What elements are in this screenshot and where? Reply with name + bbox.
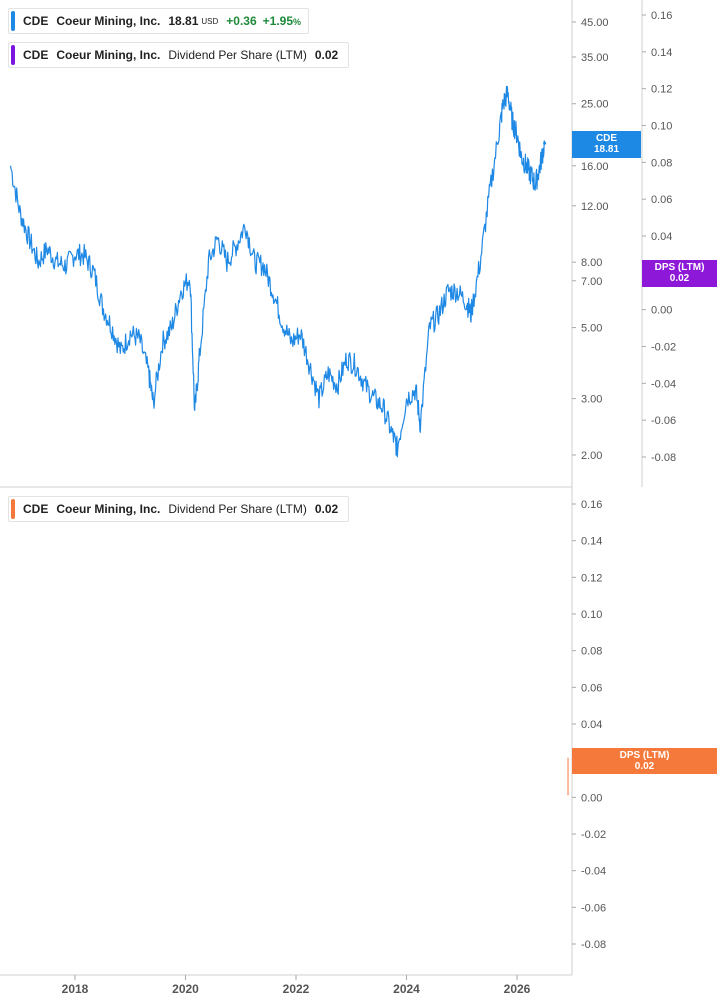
price-axis-tick-label: 2.00 (581, 450, 602, 462)
legend-dps-bottom-symbol: CDE (23, 502, 49, 516)
dps-bottom-axis-tag: DPS (LTM) 0.02 (572, 748, 717, 774)
price-series-line (9, 85, 546, 458)
legend-dps-bottom-swatch (11, 499, 15, 519)
dps-top-axis-tick-label: -0.04 (651, 378, 676, 390)
dps-top-tag-value: 0.02 (669, 273, 690, 284)
legend-dps-top-name: Coeur Mining, Inc. (56, 48, 161, 62)
dps-bottom-axis-tick-label: 0.12 (581, 572, 602, 584)
dps-top-axis-tick-label: 0.00 (651, 305, 672, 317)
legend-dps-top-swatch (11, 45, 15, 65)
legend-price-swatch (11, 11, 15, 31)
legend-price-value: 18.81 (168, 14, 199, 28)
price-tag-symbol: CDE (595, 133, 618, 144)
legend-price-name: Coeur Mining, Inc. (56, 14, 161, 28)
dps-bottom-axis-tick-label: -0.08 (581, 939, 606, 951)
dps-bottom-axis-tick-label: -0.04 (581, 866, 606, 878)
legend-dps-top-metric: Dividend Per Share (LTM) (168, 48, 307, 62)
dps-top-axis-tick-label: 0.06 (651, 194, 672, 206)
price-axis-tick-label: 8.00 (581, 257, 602, 269)
price-axis-tick-label: 45.00 (581, 17, 609, 29)
time-axis-tick-label: 2026 (504, 982, 531, 996)
dps-top-axis-tick-label: -0.08 (651, 452, 676, 464)
legend-dps-bottom[interactable]: CDE Coeur Mining, Inc. Dividend Per Shar… (8, 496, 350, 522)
dps-bottom-tag-label: DPS (LTM) (619, 750, 670, 761)
dps-bottom-axis-tick-label: -0.06 (581, 902, 606, 914)
dps-bottom-axis-tick-label: 0.06 (581, 682, 602, 694)
price-axis-tick-label: 7.00 (581, 276, 602, 288)
legend-dps-top-value: 0.02 (314, 48, 339, 62)
price-tag-value: 18.81 (593, 144, 620, 155)
dps-bottom-axis-tick-label: 0.00 (581, 792, 602, 804)
legend-dps-bottom-value: 0.02 (314, 502, 339, 516)
price-axis-tick-label: 35.00 (581, 52, 609, 64)
dps-top-axis-tick-label: -0.06 (651, 415, 676, 427)
legend-price-symbol: CDE (23, 14, 49, 28)
legend-price-pct-sign: % (293, 17, 302, 27)
dps-top-axis-tag: DPS (LTM) 0.02 (642, 260, 717, 287)
dps-bottom-axis-tick-label: 0.14 (581, 536, 602, 548)
dps-top-axis-tick-label: 0.04 (651, 231, 672, 243)
dps-bottom-axis-tick-label: -0.02 (581, 829, 606, 841)
legend-price[interactable]: CDE Coeur Mining, Inc. 18.81 USD +0.36 +… (8, 8, 310, 34)
legend-price-currency: USD (201, 16, 219, 26)
time-axis-tick-label: 2022 (283, 982, 310, 996)
dps-bottom-tag-value: 0.02 (634, 761, 655, 772)
dps-top-axis-tick-label: 0.08 (651, 157, 672, 169)
time-axis-tick-label: 2020 (172, 982, 199, 996)
dps-top-tag-label: DPS (LTM) (654, 262, 705, 273)
dps-top-axis-tick-label: 0.10 (651, 121, 672, 133)
dps-top-axis-tick-label: -0.02 (651, 342, 676, 354)
dps-bottom-axis-tick-label: 0.16 (581, 499, 602, 511)
price-series-last-point (543, 141, 547, 145)
dps-top-axis-tick-label: 0.14 (651, 47, 672, 59)
legend-dps-top-symbol: CDE (23, 48, 49, 62)
legend-price-change-pct: +1.95% (263, 14, 301, 28)
price-axis-tick-label: 25.00 (581, 99, 609, 111)
legend-dps-bottom-metric: Dividend Per Share (LTM) (168, 502, 307, 516)
legend-price-change: +0.36 (226, 14, 257, 28)
dps-bottom-axis-tick-label: 0.04 (581, 719, 602, 731)
price-axis-tick-label: 3.00 (581, 394, 602, 406)
price-axis-tick-label: 16.00 (581, 161, 609, 173)
legend-dps-bottom-name: Coeur Mining, Inc. (56, 502, 161, 516)
dps-top-axis-tick-label: 0.16 (651, 10, 672, 22)
price-axis-tick-label: 12.00 (581, 201, 609, 213)
time-axis-tick-label: 2018 (62, 982, 89, 996)
legend-dps-top[interactable]: CDE Coeur Mining, Inc. Dividend Per Shar… (8, 42, 350, 68)
dps-bottom-axis-tick-label: 0.08 (581, 646, 602, 658)
time-axis-tick-label: 2024 (393, 982, 420, 996)
legend-price-change-pct-value: +1.95 (262, 14, 294, 28)
dps-bottom-axis-tick-label: 0.10 (581, 609, 602, 621)
dps-top-axis-tick-label: 0.12 (651, 84, 672, 96)
price-axis-tag: CDE 18.81 (572, 131, 641, 158)
price-axis-tick-label: 5.00 (581, 323, 602, 335)
